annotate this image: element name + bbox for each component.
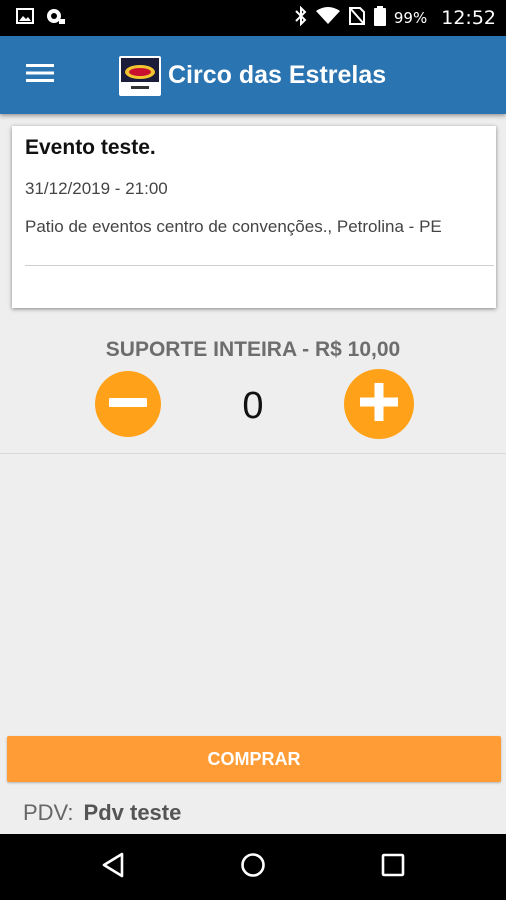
minus-icon xyxy=(109,395,147,413)
menu-button[interactable] xyxy=(0,36,80,114)
battery-percent: 99% xyxy=(393,9,428,27)
pdv-label: PDV: xyxy=(23,800,74,825)
plus-icon xyxy=(360,382,398,426)
app-title: Circo das Estrelas xyxy=(168,60,387,89)
camera-icon xyxy=(44,7,66,30)
bluetooth-icon xyxy=(294,5,308,31)
menu-icon xyxy=(26,63,54,88)
nav-home-button[interactable] xyxy=(237,851,269,883)
card-divider xyxy=(25,265,494,266)
app-bar: Circo das Estrelas xyxy=(0,36,506,114)
section-divider xyxy=(0,453,506,454)
nav-recents-button[interactable] xyxy=(377,851,409,883)
no-sim-icon xyxy=(348,6,366,31)
pdv-name: Pdv teste xyxy=(83,800,182,825)
back-icon xyxy=(101,852,125,883)
circus-logo xyxy=(119,56,161,96)
wifi-icon xyxy=(315,6,340,30)
event-title: Evento teste. xyxy=(25,136,156,159)
event-datetime: 31/12/2019 - 21:00 xyxy=(25,179,168,198)
buy-button[interactable]: COMPRAR xyxy=(7,736,501,782)
event-location: Patio de eventos centro de convenções., … xyxy=(25,217,442,236)
nav-back-button[interactable] xyxy=(97,851,129,883)
ticket-quantity: 0 xyxy=(242,385,264,427)
ticket-type-label: SUPORTE INTEIRA - R$ 10,00 xyxy=(105,338,401,361)
clock: 12:52 xyxy=(441,7,496,29)
status-bar: 99% 12:52 xyxy=(0,0,506,36)
home-icon xyxy=(240,852,266,883)
increment-button[interactable] xyxy=(344,369,414,439)
pdv-info: PDV: Pdv teste xyxy=(23,800,181,826)
system-nav-bar xyxy=(0,834,506,900)
decrement-button[interactable] xyxy=(95,371,161,437)
recents-icon xyxy=(381,853,405,882)
battery-icon xyxy=(373,5,386,31)
event-card[interactable]: Evento teste. 31/12/2019 - 21:00 Patio d… xyxy=(12,126,496,308)
gallery-icon xyxy=(16,7,34,29)
